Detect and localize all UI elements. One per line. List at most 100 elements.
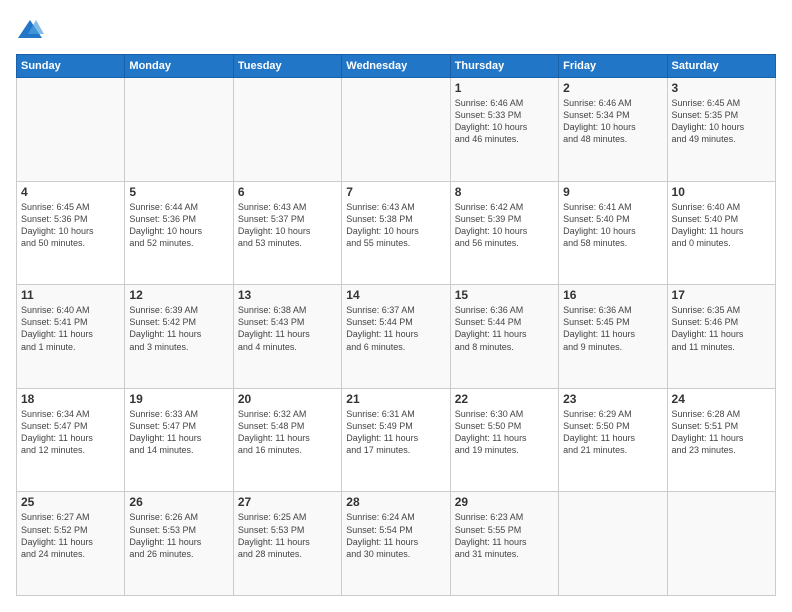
day-number: 3 — [672, 81, 771, 95]
calendar-cell: 1 Sunrise: 6:46 AM Sunset: 5:33 PM Daylig… — [450, 78, 558, 182]
day-info: Sunrise: 6:41 AM Sunset: 5:40 PM Dayligh… — [563, 201, 662, 250]
calendar-cell: 11 Sunrise: 6:40 AM Sunset: 5:41 PM Dayli… — [17, 285, 125, 389]
day-info: Sunrise: 6:32 AM Sunset: 5:48 PM Dayligh… — [238, 408, 337, 457]
day-number: 8 — [455, 185, 554, 199]
day-info: Sunrise: 6:39 AM Sunset: 5:42 PM Dayligh… — [129, 304, 228, 353]
day-number: 26 — [129, 495, 228, 509]
day-info: Sunrise: 6:40 AM Sunset: 5:40 PM Dayligh… — [672, 201, 771, 250]
day-number: 13 — [238, 288, 337, 302]
day-info: Sunrise: 6:27 AM Sunset: 5:52 PM Dayligh… — [21, 511, 120, 560]
calendar-cell: 18Sunrise: 6:34 AM Sunset: 5:47 PM Dayli… — [17, 388, 125, 492]
day-info: Sunrise: 6:37 AM Sunset: 5:44 PM Dayligh… — [346, 304, 445, 353]
calendar-cell: 13 Sunrise: 6:38 AM Sunset: 5:43 PM Dayli… — [233, 285, 341, 389]
day-number: 19 — [129, 392, 228, 406]
calendar-cell: 20 Sunrise: 6:32 AM Sunset: 5:48 PM Dayli… — [233, 388, 341, 492]
day-info: Sunrise: 6:46 AM Sunset: 5:33 PM Dayligh… — [455, 97, 554, 146]
day-info: Sunrise: 6:36 AM Sunset: 5:44 PM Dayligh… — [455, 304, 554, 353]
day-info: Sunrise: 6:43 AM Sunset: 5:38 PM Dayligh… — [346, 201, 445, 250]
day-info: Sunrise: 6:45 AM Sunset: 5:35 PM Dayligh… — [672, 97, 771, 146]
day-number: 6 — [238, 185, 337, 199]
page: SundayMondayTuesdayWednesdayThursdayFrid… — [0, 0, 792, 612]
logo-icon — [16, 16, 44, 44]
calendar-cell: 5Sunrise: 6:44 AM Sunset: 5:36 PM Daylig… — [125, 181, 233, 285]
calendar-cell: 22 Sunrise: 6:30 AM Sunset: 5:50 PM Dayli… — [450, 388, 558, 492]
calendar-cell: 6 Sunrise: 6:43 AM Sunset: 5:37 PM Daylig… — [233, 181, 341, 285]
logo — [16, 16, 48, 44]
weekday-header-row: SundayMondayTuesdayWednesdayThursdayFrid… — [17, 55, 776, 78]
day-info: Sunrise: 6:43 AM Sunset: 5:37 PM Dayligh… — [238, 201, 337, 250]
weekday-wednesday: Wednesday — [342, 55, 450, 78]
day-info: Sunrise: 6:28 AM Sunset: 5:51 PM Dayligh… — [672, 408, 771, 457]
calendar-week-1: 4 Sunrise: 6:45 AM Sunset: 5:36 PM Daylig… — [17, 181, 776, 285]
day-number: 20 — [238, 392, 337, 406]
calendar-cell: 19 Sunrise: 6:33 AM Sunset: 5:47 PM Dayli… — [125, 388, 233, 492]
day-number: 2 — [563, 81, 662, 95]
header — [16, 16, 776, 44]
day-info: Sunrise: 6:44 AM Sunset: 5:36 PM Dayligh… — [129, 201, 228, 250]
day-number: 12 — [129, 288, 228, 302]
day-info: Sunrise: 6:23 AM Sunset: 5:55 PM Dayligh… — [455, 511, 554, 560]
day-number: 1 — [455, 81, 554, 95]
day-number: 24 — [672, 392, 771, 406]
calendar-cell — [667, 492, 775, 596]
day-number: 27 — [238, 495, 337, 509]
day-info: Sunrise: 6:25 AM Sunset: 5:53 PM Dayligh… — [238, 511, 337, 560]
calendar-cell: 15 Sunrise: 6:36 AM Sunset: 5:44 PM Dayli… — [450, 285, 558, 389]
day-info: Sunrise: 6:42 AM Sunset: 5:39 PM Dayligh… — [455, 201, 554, 250]
calendar-cell — [342, 78, 450, 182]
calendar-cell: 3 Sunrise: 6:45 AM Sunset: 5:35 PM Daylig… — [667, 78, 775, 182]
day-info: Sunrise: 6:40 AM Sunset: 5:41 PM Dayligh… — [21, 304, 120, 353]
day-info: Sunrise: 6:24 AM Sunset: 5:54 PM Dayligh… — [346, 511, 445, 560]
day-number: 21 — [346, 392, 445, 406]
calendar-cell: 28Sunrise: 6:24 AM Sunset: 5:54 PM Dayli… — [342, 492, 450, 596]
day-info: Sunrise: 6:45 AM Sunset: 5:36 PM Dayligh… — [21, 201, 120, 250]
day-number: 15 — [455, 288, 554, 302]
day-number: 22 — [455, 392, 554, 406]
calendar-cell — [17, 78, 125, 182]
calendar-week-2: 11 Sunrise: 6:40 AM Sunset: 5:41 PM Dayli… — [17, 285, 776, 389]
calendar-cell: 24 Sunrise: 6:28 AM Sunset: 5:51 PM Dayli… — [667, 388, 775, 492]
day-number: 23 — [563, 392, 662, 406]
day-info: Sunrise: 6:29 AM Sunset: 5:50 PM Dayligh… — [563, 408, 662, 457]
calendar-cell: 14 Sunrise: 6:37 AM Sunset: 5:44 PM Dayli… — [342, 285, 450, 389]
day-info: Sunrise: 6:35 AM Sunset: 5:46 PM Dayligh… — [672, 304, 771, 353]
calendar-cell: 7 Sunrise: 6:43 AM Sunset: 5:38 PM Daylig… — [342, 181, 450, 285]
day-info: Sunrise: 6:36 AM Sunset: 5:45 PM Dayligh… — [563, 304, 662, 353]
day-number: 9 — [563, 185, 662, 199]
day-number: 11 — [21, 288, 120, 302]
calendar-cell: 12 Sunrise: 6:39 AM Sunset: 5:42 PM Dayli… — [125, 285, 233, 389]
calendar-cell: 16 Sunrise: 6:36 AM Sunset: 5:45 PM Dayli… — [559, 285, 667, 389]
day-info: Sunrise: 6:38 AM Sunset: 5:43 PM Dayligh… — [238, 304, 337, 353]
day-number: 4 — [21, 185, 120, 199]
day-number: 7 — [346, 185, 445, 199]
day-info: Sunrise: 6:33 AM Sunset: 5:47 PM Dayligh… — [129, 408, 228, 457]
calendar-cell — [559, 492, 667, 596]
day-info: Sunrise: 6:30 AM Sunset: 5:50 PM Dayligh… — [455, 408, 554, 457]
day-info: Sunrise: 6:46 AM Sunset: 5:34 PM Dayligh… — [563, 97, 662, 146]
calendar-cell: 8 Sunrise: 6:42 AM Sunset: 5:39 PM Daylig… — [450, 181, 558, 285]
day-number: 29 — [455, 495, 554, 509]
calendar-table: SundayMondayTuesdayWednesdayThursdayFrid… — [16, 54, 776, 596]
day-number: 14 — [346, 288, 445, 302]
calendar-cell — [125, 78, 233, 182]
weekday-tuesday: Tuesday — [233, 55, 341, 78]
calendar-cell: 9 Sunrise: 6:41 AM Sunset: 5:40 PM Daylig… — [559, 181, 667, 285]
day-info: Sunrise: 6:31 AM Sunset: 5:49 PM Dayligh… — [346, 408, 445, 457]
calendar-cell: 26 Sunrise: 6:26 AM Sunset: 5:53 PM Dayli… — [125, 492, 233, 596]
day-info: Sunrise: 6:26 AM Sunset: 5:53 PM Dayligh… — [129, 511, 228, 560]
weekday-thursday: Thursday — [450, 55, 558, 78]
calendar-cell: 21 Sunrise: 6:31 AM Sunset: 5:49 PM Dayli… — [342, 388, 450, 492]
calendar-cell — [233, 78, 341, 182]
weekday-sunday: Sunday — [17, 55, 125, 78]
calendar-week-3: 18Sunrise: 6:34 AM Sunset: 5:47 PM Dayli… — [17, 388, 776, 492]
calendar-cell: 4 Sunrise: 6:45 AM Sunset: 5:36 PM Daylig… — [17, 181, 125, 285]
calendar-cell: 23 Sunrise: 6:29 AM Sunset: 5:50 PM Dayli… — [559, 388, 667, 492]
weekday-saturday: Saturday — [667, 55, 775, 78]
day-number: 17 — [672, 288, 771, 302]
calendar-cell: 29 Sunrise: 6:23 AM Sunset: 5:55 PM Dayli… — [450, 492, 558, 596]
day-number: 10 — [672, 185, 771, 199]
day-number: 16 — [563, 288, 662, 302]
calendar-cell: 27 Sunrise: 6:25 AM Sunset: 5:53 PM Dayli… — [233, 492, 341, 596]
weekday-monday: Monday — [125, 55, 233, 78]
day-number: 25 — [21, 495, 120, 509]
